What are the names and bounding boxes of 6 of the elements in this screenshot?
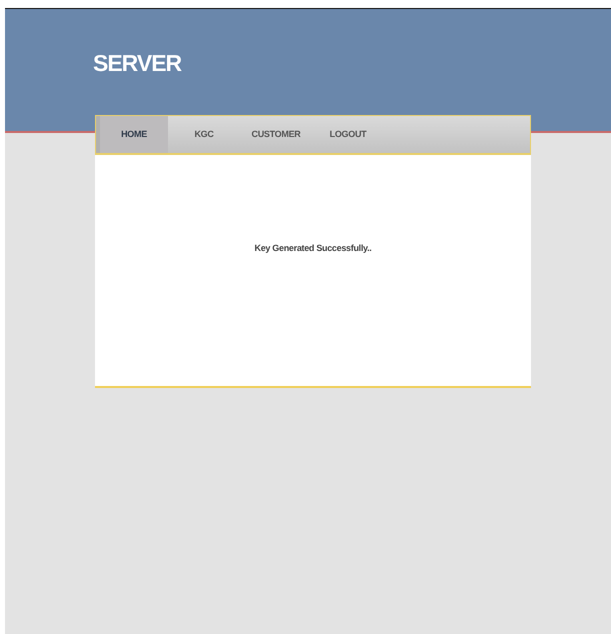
site-title: SERVER: [93, 50, 182, 76]
nav-tab[interactable]: KGC: [168, 116, 240, 153]
nav-tab[interactable]: HOME: [96, 116, 168, 153]
nav-tab[interactable]: CUSTOMER: [240, 116, 312, 153]
status-message: Key Generated Successfully..: [254, 243, 372, 253]
nav-tab[interactable]: LOGOUT: [312, 116, 384, 153]
